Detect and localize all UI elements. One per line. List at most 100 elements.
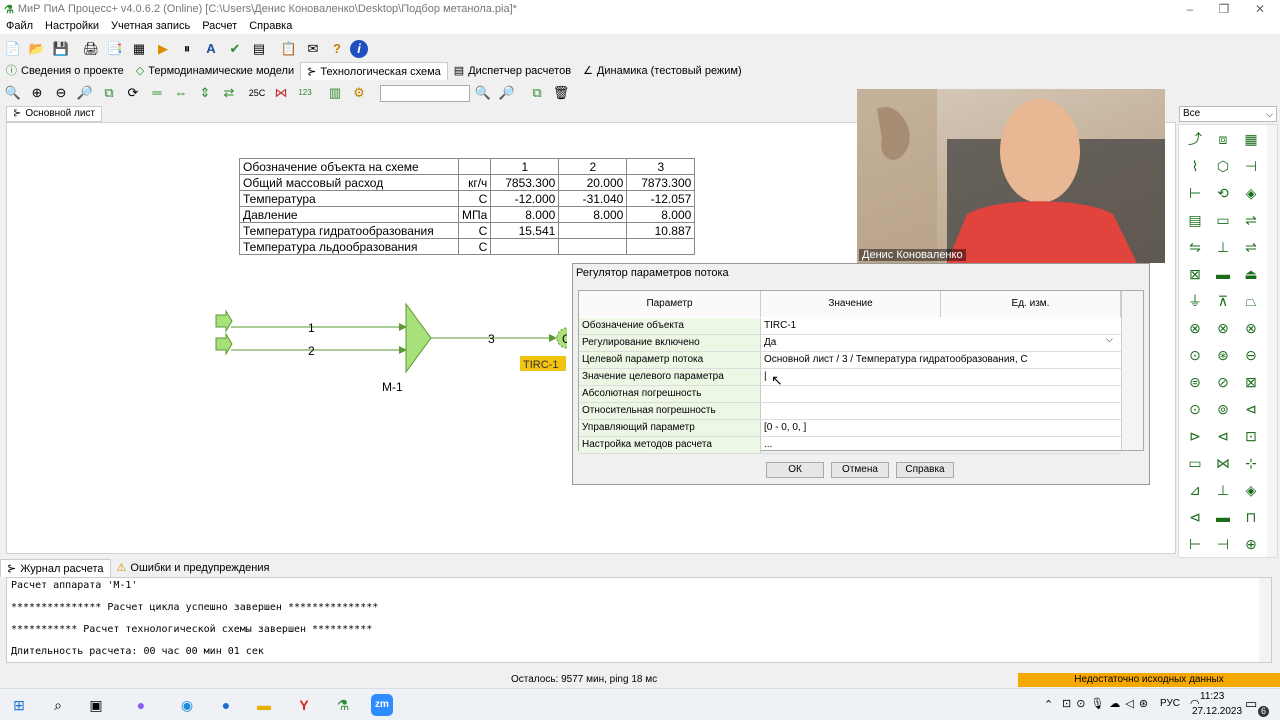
- palette-equipment-icon[interactable]: ⊓: [1241, 507, 1261, 527]
- stream-table-unit[interactable]: кг/ч: [457, 174, 492, 191]
- valve-icon[interactable]: ⋈: [270, 82, 292, 104]
- palette-equipment-icon[interactable]: ⊥: [1213, 480, 1233, 500]
- palette-equipment-icon[interactable]: ⤴: [1185, 129, 1205, 149]
- menu-settings[interactable]: Настройки: [39, 18, 105, 34]
- palette-equipment-icon[interactable]: ⊲: [1213, 426, 1233, 446]
- pause-icon[interactable]: ⏸: [176, 38, 198, 60]
- palette-equipment-icon[interactable]: ⇌: [1241, 210, 1261, 230]
- table-icon[interactable]: ▦: [128, 38, 150, 60]
- edge-icon[interactable]: ◉: [176, 694, 198, 716]
- mail-icon[interactable]: ✉: [302, 38, 324, 60]
- stream-table-unit[interactable]: [457, 158, 492, 175]
- palette-equipment-icon[interactable]: ◈: [1241, 183, 1261, 203]
- palette-scrollbar[interactable]: [1267, 125, 1277, 557]
- tab-calc-dispatcher[interactable]: ▤ Диспетчер расчетов: [448, 62, 577, 80]
- palette-equipment-icon[interactable]: ▭: [1185, 453, 1205, 473]
- property-row[interactable]: Значение целевого параметра |: [579, 369, 1121, 386]
- palette-equipment-icon[interactable]: ⊣: [1213, 534, 1233, 554]
- palette-equipment-icon[interactable]: ⊗: [1213, 318, 1233, 338]
- stream-table-param[interactable]: Температура гидратообразования: [239, 222, 459, 239]
- language-indicator[interactable]: РУС: [1160, 698, 1180, 709]
- stream-table-value[interactable]: [626, 238, 696, 255]
- stream-table-param[interactable]: Давление: [239, 206, 459, 223]
- sheet-tab-main[interactable]: ⊱ Основной лист: [6, 106, 103, 122]
- search-taskbar-icon[interactable]: ⌕: [47, 694, 69, 716]
- palette-equipment-icon[interactable]: ⊗: [1185, 318, 1205, 338]
- property-value[interactable]: [762, 386, 1121, 402]
- palette-equipment-icon[interactable]: ⊗: [1241, 318, 1261, 338]
- copilot-icon[interactable]: ●: [130, 694, 152, 716]
- notification-bell-icon[interactable]: ▭: [1245, 696, 1257, 712]
- stream-table-value[interactable]: 8.000: [558, 206, 628, 223]
- tab-project-info[interactable]: ⓘ Сведения о проекте: [0, 62, 130, 80]
- save-icon[interactable]: 💾: [50, 38, 72, 60]
- zoom-app-icon[interactable]: zm: [371, 694, 393, 716]
- palette-equipment-icon[interactable]: ⊿: [1185, 480, 1205, 500]
- search-icon[interactable]: 🔍: [472, 82, 494, 104]
- header-unit[interactable]: Ед. изм.: [941, 291, 1121, 317]
- palette-equipment-icon[interactable]: ⏢: [1241, 291, 1261, 311]
- zoom-area-icon[interactable]: 🔎: [74, 82, 96, 104]
- menu-help[interactable]: Справка: [243, 18, 298, 34]
- palette-equipment-icon[interactable]: ⊜: [1185, 372, 1205, 392]
- stream-table-value[interactable]: 7853.300: [490, 174, 560, 191]
- report-icon[interactable]: 📑: [104, 38, 126, 60]
- new-file-icon[interactable]: 📄: [2, 38, 24, 60]
- tray-icons[interactable]: ⊡⊙🎙☁◁⊛: [1062, 697, 1153, 710]
- search-advanced-icon[interactable]: 🔎: [496, 82, 518, 104]
- stream-table-unit[interactable]: С: [457, 190, 492, 207]
- stream-table-unit[interactable]: С: [457, 238, 492, 255]
- grid-scrollbar[interactable]: [1121, 291, 1143, 450]
- palette-equipment-icon[interactable]: ⊠: [1241, 372, 1261, 392]
- palette-filter-select[interactable]: Все ⌵: [1179, 106, 1277, 122]
- property-value[interactable]: Основной лист / 3 / Температура гидратоо…: [762, 352, 1121, 368]
- stream-table-unit[interactable]: С: [457, 222, 492, 239]
- zoom-out-icon[interactable]: ⊖: [50, 82, 72, 104]
- trash-icon[interactable]: 🗑: [550, 82, 572, 104]
- tab-calc-log[interactable]: ⊱ Журнал расчета: [0, 559, 111, 577]
- palette-equipment-icon[interactable]: ⊛: [1213, 345, 1233, 365]
- temperature-label-icon[interactable]: 25C: [246, 82, 268, 104]
- stream-table-param[interactable]: Температура: [239, 190, 459, 207]
- file-explorer-icon[interactable]: ▬: [253, 694, 275, 716]
- task-view-icon[interactable]: ▣: [85, 694, 107, 716]
- palette-equipment-icon[interactable]: ⊚: [1213, 399, 1233, 419]
- stream-table-value[interactable]: -12.000: [490, 190, 560, 207]
- header-parameter[interactable]: Параметр: [579, 291, 761, 317]
- palette-equipment-icon[interactable]: ⊼: [1213, 291, 1233, 311]
- cancel-button[interactable]: Отмена: [831, 462, 889, 478]
- stream-table-value[interactable]: 20.000: [558, 174, 628, 191]
- dropdown-chevron-icon[interactable]: ⌵: [1106, 334, 1113, 345]
- stream-table-value[interactable]: 8.000: [490, 206, 560, 223]
- stream-table-param[interactable]: Обозначение объекта на схеме: [239, 158, 459, 175]
- property-value[interactable]: ...: [762, 437, 1121, 453]
- palette-equipment-icon[interactable]: ⋈: [1213, 453, 1233, 473]
- palette-equipment-icon[interactable]: ⊡: [1241, 426, 1261, 446]
- palette-equipment-icon[interactable]: ▭: [1213, 210, 1233, 230]
- palette-equipment-icon[interactable]: ⌇: [1185, 156, 1205, 176]
- copy-object-icon[interactable]: ⧉: [98, 82, 120, 104]
- menu-file[interactable]: Файл: [0, 18, 39, 34]
- property-row[interactable]: Целевой параметр потока Основной лист / 3…: [579, 352, 1121, 369]
- film-icon[interactable]: ▤: [248, 38, 270, 60]
- palette-equipment-icon[interactable]: ⊲: [1185, 507, 1205, 527]
- browser-icon[interactable]: ●: [215, 694, 237, 716]
- palette-equipment-icon[interactable]: ▤: [1185, 210, 1205, 230]
- palette-equipment-icon[interactable]: ⊘: [1213, 372, 1233, 392]
- palette-equipment-icon[interactable]: ⊢: [1185, 183, 1205, 203]
- stream-table-value[interactable]: [558, 222, 628, 239]
- palette-equipment-icon[interactable]: ▦: [1241, 129, 1261, 149]
- text-icon[interactable]: A: [200, 38, 222, 60]
- close-button[interactable]: ✕: [1242, 0, 1278, 18]
- stream-table-value[interactable]: [558, 238, 628, 255]
- palette-equipment-icon[interactable]: ▬: [1213, 264, 1233, 284]
- stream-table-value[interactable]: 3: [626, 158, 696, 175]
- palette-equipment-icon[interactable]: ⊣: [1241, 156, 1261, 176]
- ok-button[interactable]: ОК: [766, 462, 824, 478]
- help-icon[interactable]: ?: [326, 38, 348, 60]
- palette-equipment-icon[interactable]: ⇌: [1241, 237, 1261, 257]
- palette-equipment-icon[interactable]: ⬡: [1213, 156, 1233, 176]
- property-row[interactable]: Обозначение объекта TIRC-1: [579, 318, 1121, 335]
- stream-table-value[interactable]: 1: [490, 158, 560, 175]
- line-icon[interactable]: ═: [146, 82, 168, 104]
